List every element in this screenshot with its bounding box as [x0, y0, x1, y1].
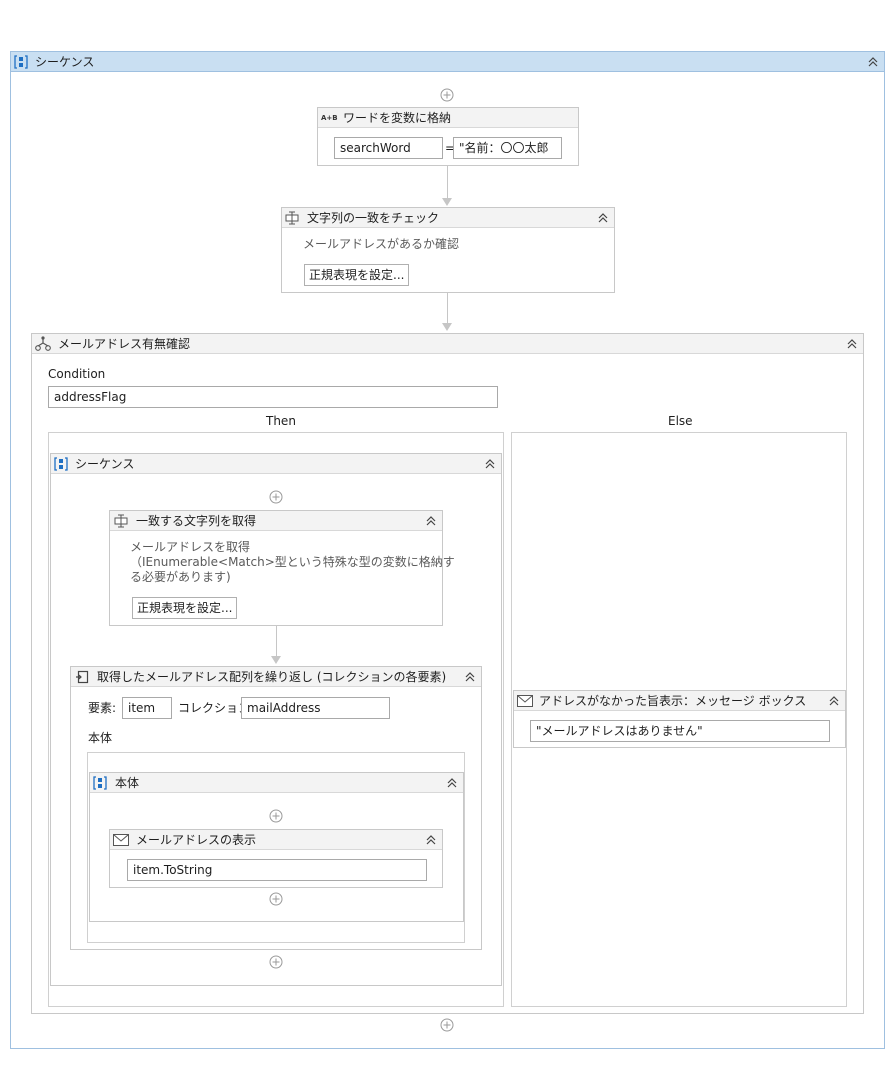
- add-activity-plus-icon[interactable]: [440, 88, 454, 102]
- connector-line: [447, 293, 448, 323]
- foreach-header[interactable]: 取得したメールアドレス配列を繰り返し (コレクションの各要素): [71, 667, 481, 687]
- add-activity-plus-icon[interactable]: [440, 1018, 454, 1032]
- collapse-chevron-icon[interactable]: [424, 514, 438, 528]
- configure-regex-button[interactable]: 正規表現を設定...: [132, 597, 238, 619]
- then-sequence-title: シーケンス: [75, 457, 135, 471]
- then-label: Then: [266, 414, 296, 428]
- message-box-text-input[interactable]: item.ToString: [127, 859, 427, 881]
- match-icon: [114, 514, 128, 528]
- matches-title: 一致する文字列を取得: [136, 514, 257, 528]
- assign-variable-field[interactable]: searchWord: [334, 137, 443, 159]
- message-box-header[interactable]: メールアドレスの表示: [110, 830, 442, 850]
- foreach-item-input[interactable]: item: [122, 697, 172, 719]
- matches-description-line1: メールアドレスを取得: [130, 540, 251, 554]
- collapse-chevron-icon[interactable]: [463, 670, 477, 684]
- collapse-chevron-icon[interactable]: [596, 211, 610, 225]
- foreach-loop-icon: [75, 670, 89, 684]
- message-box-show-address[interactable]: メールアドレスの表示 item.ToString: [109, 829, 443, 888]
- connector-line: [276, 626, 277, 656]
- assign-header[interactable]: A+B ワードを変数に格納: [318, 108, 578, 128]
- connector-arrow-icon: [442, 323, 452, 331]
- matches-activity[interactable]: 一致する文字列を取得 メールアドレスを取得 （IEnumerable<Match…: [109, 510, 455, 626]
- collapse-chevron-icon[interactable]: [483, 457, 497, 471]
- configure-regex-button[interactable]: 正規表現を設定...: [304, 264, 410, 286]
- is-match-description: メールアドレスがあるか確認: [303, 237, 460, 251]
- if-header[interactable]: メールアドレス有無確認: [32, 334, 863, 354]
- add-activity-plus-icon[interactable]: [269, 892, 283, 906]
- add-activity-plus-icon[interactable]: [269, 490, 283, 504]
- assign-value-field[interactable]: "名前：〇〇太郎: [453, 137, 562, 159]
- collapse-chevron-icon[interactable]: [827, 694, 841, 708]
- assign-activity[interactable]: A+B ワードを変数に格納 searchWord = "名前：〇〇太郎: [317, 107, 579, 166]
- foreach-collection-input[interactable]: mailAddress: [241, 697, 390, 719]
- connector-line: [447, 166, 448, 198]
- collapse-chevron-icon[interactable]: [424, 833, 438, 847]
- is-match-header[interactable]: 文字列の一致をチェック: [282, 208, 614, 228]
- condition-input[interactable]: addressFlag: [48, 386, 498, 408]
- matches-description-line3: る必要があります): [130, 570, 231, 584]
- message-box-icon: [113, 834, 129, 846]
- match-icon: [285, 211, 299, 225]
- connector-arrow-icon: [271, 656, 281, 664]
- condition-label: Condition: [48, 367, 106, 381]
- is-match-title: 文字列の一致をチェック: [307, 211, 440, 225]
- matches-header[interactable]: 一致する文字列を取得: [110, 511, 442, 531]
- root-sequence-title: シーケンス: [35, 55, 95, 69]
- assign-icon: A+B: [321, 114, 338, 122]
- then-sequence-header[interactable]: シーケンス: [51, 454, 501, 474]
- foreach-title: 取得したメールアドレス配列を繰り返し (コレクションの各要素): [97, 670, 447, 684]
- add-activity-plus-icon[interactable]: [269, 955, 283, 969]
- root-sequence-header[interactable]: シーケンス: [11, 52, 884, 72]
- assign-title: ワードを変数に格納: [343, 111, 452, 125]
- collapse-chevron-icon[interactable]: [866, 55, 880, 69]
- body-sequence-header[interactable]: 本体: [90, 773, 463, 793]
- else-label: Else: [668, 414, 693, 428]
- message-box-title: メールアドレスの表示: [136, 833, 257, 847]
- collapse-chevron-icon[interactable]: [845, 337, 859, 351]
- matches-description-line2: （IEnumerable<Match>型という特殊な型の変数に格納す: [130, 555, 455, 569]
- message-box-icon: [517, 695, 533, 707]
- add-activity-plus-icon[interactable]: [269, 809, 283, 823]
- sequence-icon: [54, 457, 68, 471]
- foreach-item-label: 要素:: [88, 701, 117, 715]
- sequence-icon: [93, 776, 107, 790]
- message-box-no-address[interactable]: アドレスがなかった旨表示：メッセージ ボックス "メールアドレスはありません": [513, 690, 846, 748]
- if-branch-icon: [35, 336, 51, 352]
- sequence-icon: [14, 55, 28, 69]
- message-box-title: アドレスがなかった旨表示：メッセージ ボックス: [539, 694, 807, 708]
- body-sequence-title: 本体: [115, 776, 140, 790]
- collapse-chevron-icon[interactable]: [445, 776, 459, 790]
- is-match-activity[interactable]: 文字列の一致をチェック メールアドレスがあるか確認 正規表現を設定...: [281, 207, 615, 293]
- connector-arrow-icon: [442, 198, 452, 206]
- message-box-text-input[interactable]: "メールアドレスはありません": [530, 720, 830, 742]
- foreach-body-label: 本体: [88, 731, 113, 745]
- message-box-header[interactable]: アドレスがなかった旨表示：メッセージ ボックス: [514, 691, 845, 711]
- if-title: メールアドレス有無確認: [58, 337, 191, 351]
